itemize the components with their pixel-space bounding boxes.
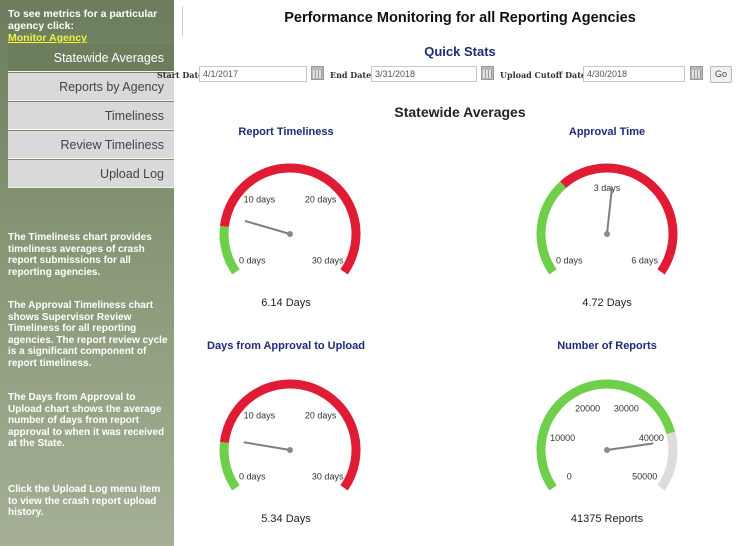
page-title: Performance Monitoring for all Reporting… <box>284 10 636 26</box>
end-date-calendar-icon[interactable] <box>481 66 494 80</box>
gauge-pivot <box>604 447 610 453</box>
quick-stats-title: Quick Stats <box>424 44 496 59</box>
gauge-tick-label: 50000 <box>632 471 657 481</box>
gauge-tick-label: 0 days <box>239 471 266 481</box>
sidebar-item-review-timeliness[interactable]: Review Timeliness <box>8 131 174 159</box>
approval-time-gauge: 0 days 3 days 6 days <box>536 163 678 275</box>
gauge-tick-label: 40000 <box>639 433 664 443</box>
report-timeliness-value: 6.14 Days <box>261 297 311 309</box>
end-date-field[interactable]: 3/31/2018 <box>371 66 477 82</box>
gauge-tick-label: 6 days <box>631 255 658 265</box>
approval-time-title: Approval Time <box>568 126 646 138</box>
start-date-label: Start Date <box>157 70 204 80</box>
gauge-pivot <box>287 231 293 237</box>
sidebar-intro: To see metrics for a particular agency c… <box>8 8 168 44</box>
section-title: Statewide Averages <box>394 104 526 120</box>
header-divider <box>182 6 183 36</box>
report-timeliness-title: Report Timeliness <box>238 126 334 138</box>
approval-time-value: 4.72 Days <box>582 297 632 309</box>
gauge-needle <box>244 220 291 235</box>
gauge-tick-label: 0 days <box>556 255 583 265</box>
approval-help-text: The Approval Timeliness chart shows Supe… <box>8 300 168 369</box>
gauge-tick-label: 20 days <box>305 411 337 421</box>
end-date-label: End Date <box>330 70 372 80</box>
go-button[interactable]: Go <box>710 66 732 83</box>
report-timeliness-gauge: 0 days 10 days 20 days 30 days <box>219 163 361 275</box>
sidebar-item-reports-by-agency[interactable]: Reports by Agency <box>8 73 174 101</box>
gauge-tick-label: 10000 <box>550 433 575 443</box>
monitor-agency-link[interactable]: Monitor Agency <box>8 32 87 44</box>
sidebar-intro-text: To see metrics for a particular agency c… <box>8 8 158 32</box>
gauge-tick-label: 30 days <box>312 471 344 481</box>
timeliness-help-text: The Timeliness chart provides timeliness… <box>8 232 152 278</box>
gauge-tick-label: 0 <box>567 471 572 481</box>
number-of-reports-gauge: 0 10000 20000 30000 40000 50000 <box>536 379 678 491</box>
approval-to-upload-title: Days from Approval to Upload <box>207 340 365 352</box>
start-date-calendar-icon[interactable] <box>311 66 324 80</box>
upload-log-help-text: Click the Upload Log menu item to view t… <box>8 484 161 518</box>
gauge-tick-label: 0 days <box>239 255 266 265</box>
gauge-tick-label: 30000 <box>614 403 639 413</box>
upload-cutoff-calendar-icon[interactable] <box>690 66 703 80</box>
gauge-pivot <box>604 231 610 237</box>
gauge-needle <box>606 187 613 235</box>
sidebar-item-upload-log[interactable]: Upload Log <box>8 160 174 188</box>
gauge-tick-label: 10 days <box>244 411 276 421</box>
gauge-tick-label: 10 days <box>244 195 276 205</box>
gauge-tick-label: 3 days <box>594 183 621 193</box>
gauge-tick-label: 30 days <box>312 255 344 265</box>
gauge-band-good <box>219 441 240 491</box>
upload-cutoff-date-field[interactable]: 4/30/2018 <box>583 66 685 82</box>
gauge-needle <box>243 441 291 451</box>
number-of-reports-title: Number of Reports <box>557 340 657 352</box>
gauge-tick-label: 20 days <box>305 195 337 205</box>
approval-to-upload-value: 5.34 Days <box>261 513 311 525</box>
approval-to-upload-gauge: 0 days 10 days 20 days 30 days <box>219 379 361 491</box>
upload-cutoff-date-label: Upload Cutoff Date <box>500 70 586 80</box>
sidebar-item-timeliness[interactable]: Timeliness <box>8 102 174 130</box>
sidebar-item-statewide-averages[interactable]: Statewide Averages <box>8 44 174 72</box>
gauge-needle <box>606 442 654 451</box>
start-date-field[interactable]: 4/1/2017 <box>199 66 307 82</box>
gauge-band-good <box>219 225 240 275</box>
upload-help-text: The Days from Approval to Upload chart s… <box>8 392 165 449</box>
number-of-reports-value: 41375 Reports <box>570 513 644 525</box>
gauge-tick-label: 20000 <box>575 403 600 413</box>
gauge-pivot <box>287 447 293 453</box>
sidebar: To see metrics for a particular agency c… <box>0 0 174 546</box>
